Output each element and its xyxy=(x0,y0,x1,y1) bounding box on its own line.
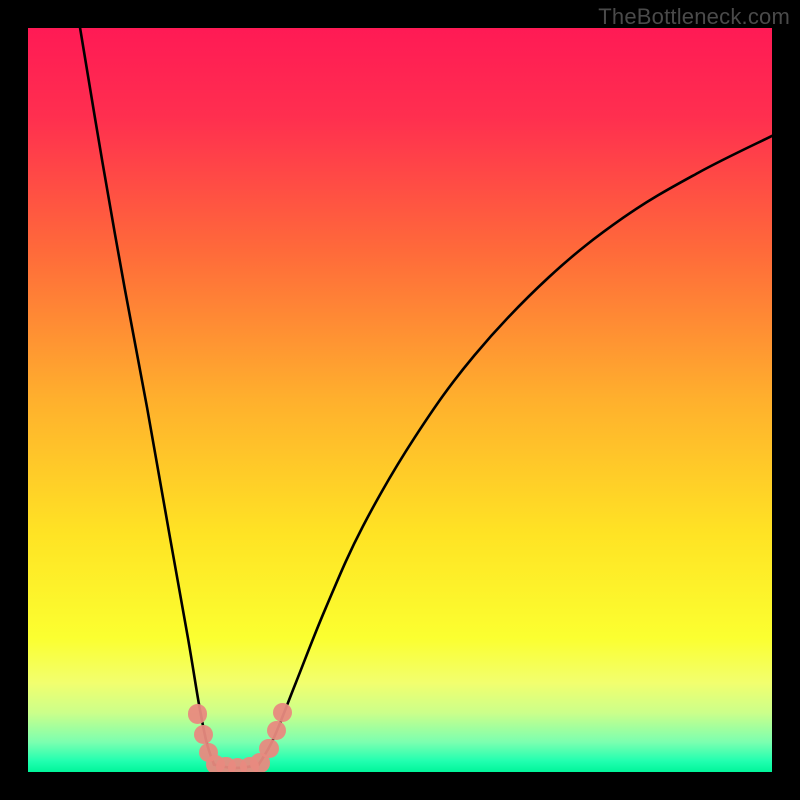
data-marker xyxy=(188,704,207,723)
watermark-text: TheBottleneck.com xyxy=(598,4,790,30)
data-marker xyxy=(267,721,286,740)
plot-area xyxy=(28,28,772,772)
chart-frame: TheBottleneck.com xyxy=(0,0,800,800)
curve-layer xyxy=(28,28,772,772)
curve-left-branch xyxy=(80,28,214,765)
data-marker xyxy=(259,739,278,758)
curve-right-branch xyxy=(259,136,772,765)
